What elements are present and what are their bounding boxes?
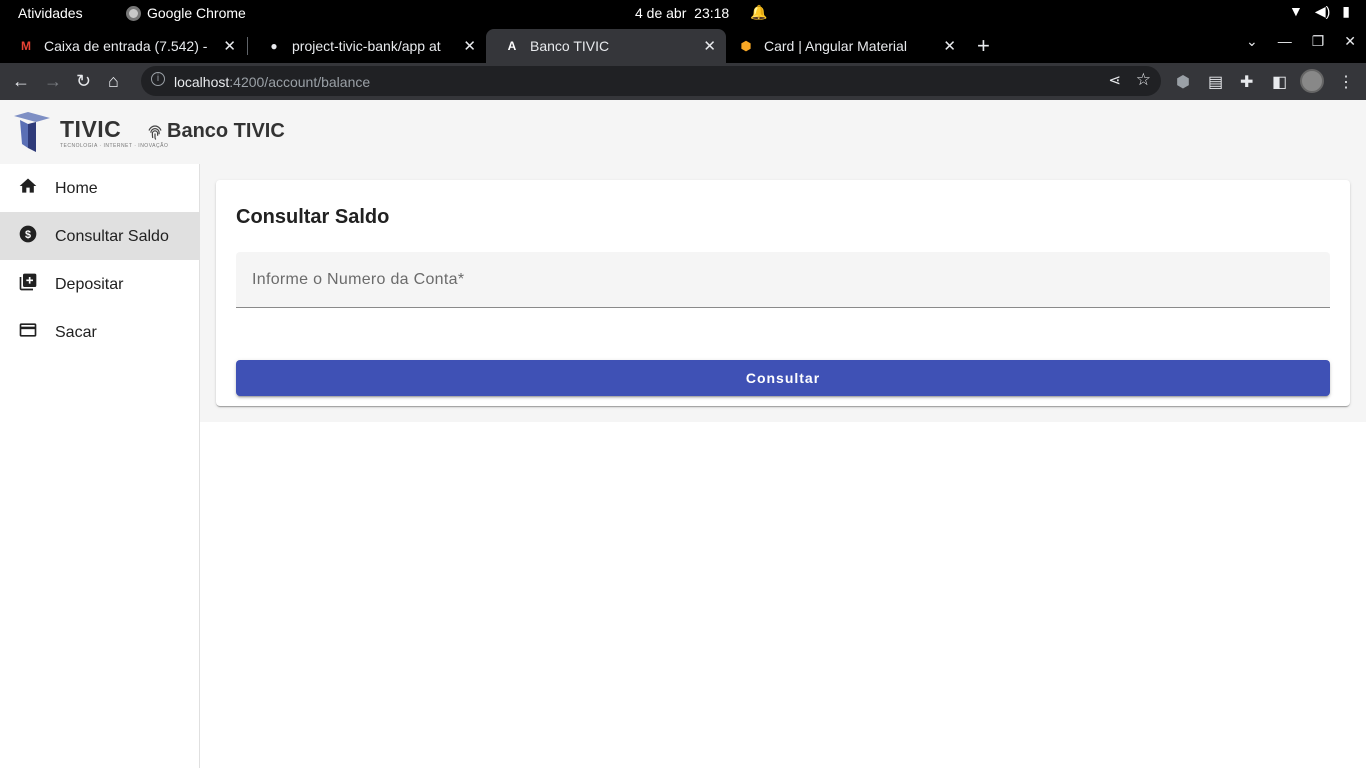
close-icon[interactable]: ✕ <box>943 37 956 55</box>
tab-title: Banco TIVIC <box>530 38 610 54</box>
clock-date: 4 de abr <box>635 5 687 21</box>
side-panel-icon[interactable]: ◧ <box>1272 72 1287 92</box>
close-icon[interactable]: ✕ <box>463 37 476 55</box>
forward-icon[interactable]: → <box>44 71 62 91</box>
tivic-logo-mark-icon <box>14 112 50 152</box>
extension-sheet-icon[interactable]: ▤ <box>1208 72 1223 92</box>
sidebar-item-label: Consultar Saldo <box>55 228 169 245</box>
fingerprint-icon <box>148 124 162 140</box>
gmail-icon: M <box>21 39 31 53</box>
browser-tab-material[interactable]: ⬢ Card | Angular Material ✕ <box>720 29 966 63</box>
wifi-icon: ▼ <box>1288 3 1303 19</box>
tab-title: project-tivic-bank/app at <box>292 38 441 54</box>
shield-icon: ⬢ <box>740 39 752 53</box>
browser-tab-strip: M Caixa de entrada (7.542) - ✕ ● project… <box>0 27 1366 63</box>
close-icon[interactable]: ✕ <box>703 37 716 55</box>
svg-text:$: $ <box>25 229 31 241</box>
sidebar-item-label: Home <box>55 180 98 197</box>
bookmark-star-icon[interactable]: ☆ <box>1136 70 1151 90</box>
close-icon[interactable]: ✕ <box>223 37 236 55</box>
app-title: Banco TIVIC <box>146 120 285 143</box>
address-bar[interactable]: i localhost:4200/account/balance ⋖ ☆ <box>141 66 1161 96</box>
url-text[interactable]: localhost:4200/account/balance <box>174 74 370 90</box>
consultar-button[interactable]: Consultar <box>236 360 1330 396</box>
sidebar-item-home[interactable]: Home <box>0 164 199 212</box>
new-tab-button[interactable]: + <box>977 33 990 59</box>
activities-button[interactable]: Atividades <box>18 5 83 21</box>
tab-title: Caixa de entrada (7.542) - <box>44 38 208 54</box>
add-box-icon <box>19 273 37 291</box>
tivic-logo[interactable]: TIVIC TECNOLOGIA · INTERNET · INOVAÇÃO <box>14 110 168 154</box>
browser-tab-banco[interactable]: A Banco TIVIC ✕ <box>486 29 726 63</box>
restore-icon[interactable]: ❐ <box>1312 33 1325 50</box>
battery-icon: ▮ <box>1342 3 1350 19</box>
back-icon[interactable]: ← <box>12 71 30 91</box>
sidebar-item-consultar-saldo[interactable]: $ Consultar Saldo <box>0 212 199 260</box>
site-info-icon[interactable]: i <box>151 72 165 86</box>
home-icon <box>19 178 37 193</box>
logo-tagline: TECNOLOGIA · INTERNET · INOVAÇÃO <box>60 143 169 149</box>
logo-text: TIVIC <box>60 116 122 142</box>
clock[interactable]: 4 de abr 23:18 <box>635 5 729 21</box>
browser-toolbar: ← → ↻ ⌂ i localhost:4200/account/balance… <box>0 63 1366 100</box>
sidebar-item-label: Depositar <box>55 276 124 293</box>
extension-shield-icon[interactable]: ⬢ <box>1176 72 1190 92</box>
balance-card: Consultar Saldo Consultar <box>216 180 1350 406</box>
tab-search-icon[interactable]: ⌄ <box>1246 33 1258 50</box>
sidebar-item-depositar[interactable]: Depositar <box>0 260 199 308</box>
card-title: Consultar Saldo <box>236 206 390 228</box>
url-path: :4200/account/balance <box>229 74 371 90</box>
extensions-puzzle-icon[interactable]: ✚ <box>1240 72 1253 92</box>
angular-icon: A <box>507 39 517 53</box>
url-host: localhost <box>174 74 230 90</box>
account-number-input[interactable] <box>236 252 1330 307</box>
reload-icon[interactable]: ↻ <box>76 71 91 91</box>
app-name: Google Chrome <box>147 5 246 21</box>
app-menu[interactable]: Google Chrome <box>126 5 246 21</box>
system-tray[interactable]: ▼ ◀) ▮ <box>1289 3 1350 20</box>
sidebar-item-sacar[interactable]: Sacar <box>0 308 199 356</box>
volume-icon: ◀) <box>1314 3 1331 19</box>
profile-avatar[interactable] <box>1300 69 1324 93</box>
app-title-text: Banco TIVIC <box>167 120 285 142</box>
account-number-field[interactable] <box>236 252 1330 308</box>
clock-time: 23:18 <box>694 5 730 21</box>
more-menu-icon[interactable]: ⋮ <box>1338 72 1354 92</box>
github-icon: ● <box>270 39 278 53</box>
sidebar-item-label: Sacar <box>55 324 97 341</box>
browser-tab-gmail[interactable]: M Caixa de entrada (7.542) - ✕ <box>0 29 246 63</box>
dollar-icon: $ <box>19 225 37 243</box>
chrome-icon <box>126 5 141 21</box>
os-top-bar: Atividades Google Chrome 4 de abr 23:18 … <box>0 0 1366 27</box>
browser-tab-github[interactable]: ● project-tivic-bank/app at ✕ <box>248 29 486 63</box>
bell-icon: 🔔 <box>750 4 768 20</box>
app-header: TIVIC TECNOLOGIA · INTERNET · INOVAÇÃO B… <box>0 100 1366 164</box>
main-content: Consultar Saldo Consultar <box>200 164 1366 422</box>
close-window-icon[interactable]: ✕ <box>1344 33 1356 50</box>
tab-title: Card | Angular Material <box>764 38 907 54</box>
credit-card-icon <box>19 323 37 337</box>
share-icon[interactable]: ⋖ <box>1108 71 1121 89</box>
window-controls: ⌄ — ❐ ✕ <box>1246 33 1356 50</box>
minimize-icon[interactable]: — <box>1278 33 1292 50</box>
sidebar-nav: Home $ Consultar Saldo Depositar Sacar <box>0 164 200 768</box>
home-page-icon[interactable]: ⌂ <box>108 71 119 91</box>
